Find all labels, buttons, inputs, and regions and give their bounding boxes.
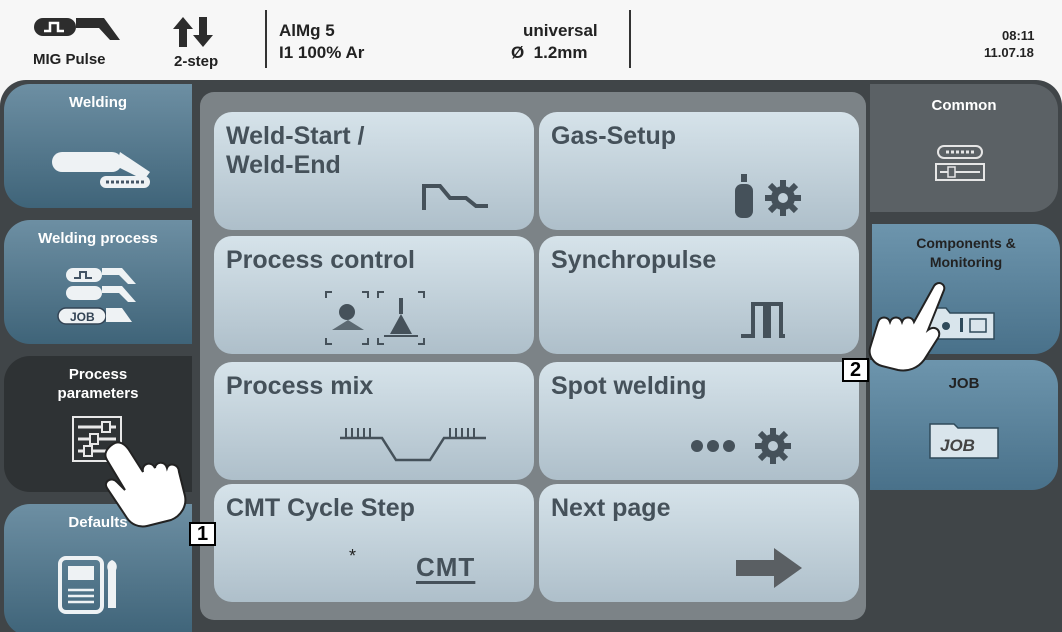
menu-panel: Weld-Start / Weld-End Gas-Setup Process … [200, 92, 866, 620]
wire-type-label[interactable]: universal [523, 21, 598, 41]
tile-label: Process mix [226, 372, 374, 400]
job-badge-text: JOB [70, 310, 95, 324]
asterisk-note: * [349, 546, 357, 566]
gas-bottle-gear-icon [735, 174, 801, 218]
hand-pointer-icon [868, 282, 946, 372]
callout-marker-1: 1 [189, 522, 216, 546]
job-icon-text: JOB [940, 436, 975, 455]
material-label[interactable]: AlMg 5 [279, 21, 335, 41]
sidebar-item-label: Process parameters [57, 366, 139, 402]
synchropulse-icon [741, 302, 785, 338]
status-header: MIG Pulse 2-step AlMg 5 I1 100% Ar unive… [0, 0, 1062, 80]
process-mix-icon [340, 428, 486, 462]
header-separator [629, 10, 631, 68]
common-label: Common [931, 97, 997, 114]
clock-time: 08:11 [1002, 28, 1035, 43]
sidebar: Welding Welding process JOB Process para… [0, 80, 195, 632]
weld-start-end-icon [422, 184, 488, 210]
process-control-icon [325, 291, 425, 345]
gas-setup-tile[interactable]: Gas-Setup [539, 112, 859, 230]
tile-label: Weld-Start / Weld-End [226, 122, 365, 179]
tile-label: Gas-Setup [551, 122, 677, 150]
welding-screen: MIG Pulse 2-step AlMg 5 I1 100% Ar unive… [0, 0, 1062, 632]
up-down-arrows-icon[interactable] [172, 15, 214, 49]
sidebar-item-welding[interactable]: Welding [4, 84, 192, 208]
cmt-cycle-step-tile[interactable]: CMT Cycle Step * CMT [214, 484, 534, 602]
hand-pointer-icon [104, 441, 187, 528]
tile-label: Next page [551, 494, 671, 522]
tile-label: CMT Cycle Step [226, 494, 415, 522]
job-tab[interactable]: JOB JOB [870, 360, 1058, 490]
wire-diameter-label[interactable]: Ø 1.2mm [511, 43, 588, 63]
components-label: Components & Monitoring [916, 235, 1016, 270]
tile-label: Process control [226, 246, 415, 274]
callout-marker-2: 2 [842, 358, 869, 382]
next-page-tile[interactable]: Next page [539, 484, 859, 602]
sidebar-item-welding-process[interactable]: Welding process JOB [4, 220, 192, 344]
sidebar-item-label: Welding process [38, 230, 158, 247]
common-tab[interactable]: Common [870, 84, 1058, 212]
header-separator [265, 10, 267, 68]
spot-welding-tile[interactable]: Spot welding [539, 362, 859, 480]
cmt-logo: CMT [416, 552, 476, 582]
tile-label: Synchropulse [551, 246, 717, 274]
process-mix-tile[interactable]: Process mix [214, 362, 534, 480]
machine-wrench-icon [58, 556, 117, 614]
weld-start-end-tile[interactable]: Weld-Start / Weld-End [214, 112, 534, 230]
common-settings-icon [935, 145, 985, 181]
mode-label: MIG Pulse [33, 51, 106, 68]
process-control-tile[interactable]: Process control [214, 236, 534, 354]
welding-torch-icon [52, 152, 150, 188]
gas-label[interactable]: I1 100% Ar [279, 43, 364, 63]
spot-welding-gear-icon [691, 428, 791, 464]
mig-pulse-icon[interactable] [32, 12, 122, 48]
welding-process-icon [57, 268, 136, 325]
tile-label: Spot welding [551, 372, 707, 400]
synchropulse-tile[interactable]: Synchropulse [539, 236, 859, 354]
step-label: 2-step [174, 53, 219, 70]
sidebar-item-label: Welding [68, 94, 128, 111]
clock-date: 11.07.18 [984, 45, 1034, 60]
right-arrow-icon [736, 548, 802, 588]
